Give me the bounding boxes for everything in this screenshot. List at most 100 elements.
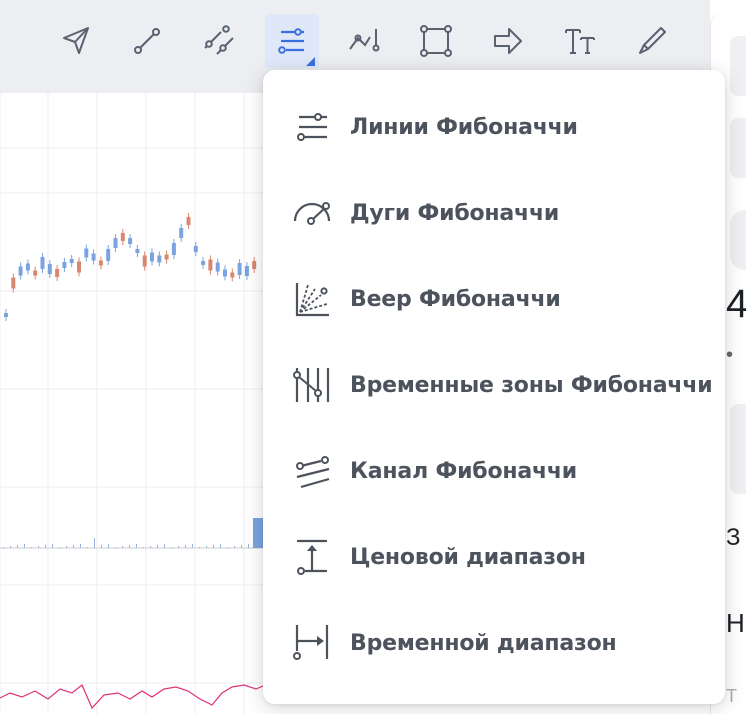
- candle-body: [150, 252, 154, 262]
- menu-item-fibonacci-fan[interactable]: Веер Фибоначчи: [263, 256, 725, 342]
- volume-bar: [192, 544, 193, 548]
- volume-bar: [171, 547, 172, 548]
- menu-item-label: Линии Фибоначчи: [350, 114, 578, 140]
- candle-body: [171, 243, 176, 255]
- volume-bar: [115, 547, 116, 548]
- pattern-icon: [349, 29, 380, 52]
- candle-body: [179, 228, 184, 238]
- volume-bar: [241, 545, 242, 548]
- tool-fibonacci[interactable]: [265, 14, 319, 68]
- candle-body: [33, 270, 38, 276]
- fibonacci-lines-icon: [297, 113, 327, 141]
- candlestick-chart: [0, 93, 271, 714]
- side-panel-caption: Т: [726, 686, 737, 706]
- volume-bar: [164, 544, 165, 548]
- candle-body: [201, 261, 206, 265]
- candle-body: [25, 263, 30, 271]
- menu-item-fibonacci-lines[interactable]: Линии Фибоначчи: [263, 84, 725, 170]
- parallel-channel-icon: [204, 25, 234, 55]
- volume-bar: [234, 546, 235, 548]
- volume-bar: [73, 545, 74, 548]
- candle-body: [47, 264, 52, 274]
- tool-arrow[interactable]: [481, 14, 535, 68]
- menu-item-price-range[interactable]: Ценовой диапазон: [263, 514, 725, 600]
- side-panel-text: З: [726, 524, 741, 551]
- menu-item-label: Ценовой диапазон: [350, 544, 586, 570]
- candle-body: [11, 277, 16, 289]
- submenu-indicator-icon: [306, 57, 315, 66]
- tool-trend-line[interactable]: [120, 14, 174, 68]
- volume-bar: [253, 518, 263, 548]
- volume-bar: [129, 545, 130, 548]
- arrow-icon: [494, 28, 522, 54]
- volume-bar: [213, 545, 214, 548]
- candle-body: [244, 266, 249, 276]
- volume-bar: [136, 544, 137, 548]
- side-panel-card[interactable]: [730, 404, 746, 494]
- price-chart[interactable]: [0, 93, 271, 714]
- tool-text[interactable]: [553, 14, 607, 68]
- menu-item-label: Временной диапазон: [350, 630, 617, 656]
- candle-body: [237, 263, 242, 275]
- volume-bar: [31, 547, 32, 548]
- tool-rectangle[interactable]: [409, 14, 463, 68]
- volume-bar: [108, 544, 109, 548]
- fibonacci-arcs-icon: [293, 202, 331, 225]
- time-range-icon: [293, 625, 329, 660]
- candle-body: [120, 233, 125, 241]
- menu-item-fibonacci-arcs[interactable]: Дуги Фибоначчи: [263, 170, 725, 256]
- candle-body: [18, 266, 23, 276]
- candle-body: [186, 217, 191, 225]
- volume-bar: [52, 544, 53, 548]
- fibonacci-tools-icon: [278, 28, 304, 54]
- side-panel-button[interactable]: [730, 36, 746, 96]
- menu-item-label: Веер Фибоначчи: [350, 286, 561, 312]
- fibonacci-channel-icon: [296, 456, 330, 489]
- candle-body: [164, 254, 169, 260]
- candle-body: [128, 238, 133, 244]
- menu-item-time-range[interactable]: Временной диапазон: [263, 600, 725, 686]
- fibonacci-fan-icon: [295, 283, 329, 317]
- volume-bar: [10, 546, 11, 548]
- volume-bar: [101, 545, 102, 548]
- candle-body: [252, 261, 257, 269]
- candle-body: [215, 262, 220, 272]
- side-panel-dot: •: [726, 344, 734, 366]
- volume-bar: [178, 546, 179, 548]
- tool-parallel-channel[interactable]: [192, 14, 246, 68]
- fibonacci-time-zones-icon: [293, 368, 330, 402]
- brush-icon: [639, 27, 666, 54]
- tool-cursor[interactable]: [49, 14, 103, 68]
- candle-body: [106, 249, 111, 261]
- tool-brush[interactable]: [625, 14, 679, 68]
- menu-item-label: Канал Фибоначчи: [350, 458, 578, 484]
- volume-bar: [150, 546, 151, 548]
- menu-item-label: Временные зоны Фибоначчи: [350, 372, 713, 398]
- side-panel-heading: Н: [726, 608, 745, 638]
- candle-body: [208, 259, 213, 271]
- side-panel-button[interactable]: [730, 118, 746, 178]
- candle-body: [4, 313, 8, 317]
- volume-bar: [248, 544, 249, 548]
- side-panel-avatar[interactable]: [730, 210, 746, 270]
- candle-body: [223, 269, 227, 277]
- volume-bar: [80, 544, 81, 548]
- volume-bar: [185, 545, 186, 548]
- rectangle-icon: [420, 25, 452, 57]
- menu-item-fibonacci-channel[interactable]: Канал Фибоначчи: [263, 428, 725, 514]
- candle-body: [113, 238, 118, 248]
- candle-body: [91, 253, 96, 261]
- candle-body: [69, 259, 74, 263]
- volume-bar: [94, 538, 95, 548]
- candle-body: [98, 260, 103, 266]
- candle-body: [142, 255, 147, 267]
- volume-bar: [143, 547, 144, 548]
- candle-body: [55, 269, 60, 277]
- tool-pattern[interactable]: [337, 14, 391, 68]
- volume-bar: [24, 544, 25, 548]
- trend-line-icon: [134, 28, 160, 54]
- menu-item-fibonacci-time-zones[interactable]: Временные зоны Фибоначчи: [263, 342, 725, 428]
- volume-bar: [17, 545, 18, 548]
- fibonacci-tools-menu: Линии Фибоначчи Дуги Фибоначчи Веер Фибо…: [263, 70, 725, 704]
- cursor-arrow-icon: [63, 27, 89, 54]
